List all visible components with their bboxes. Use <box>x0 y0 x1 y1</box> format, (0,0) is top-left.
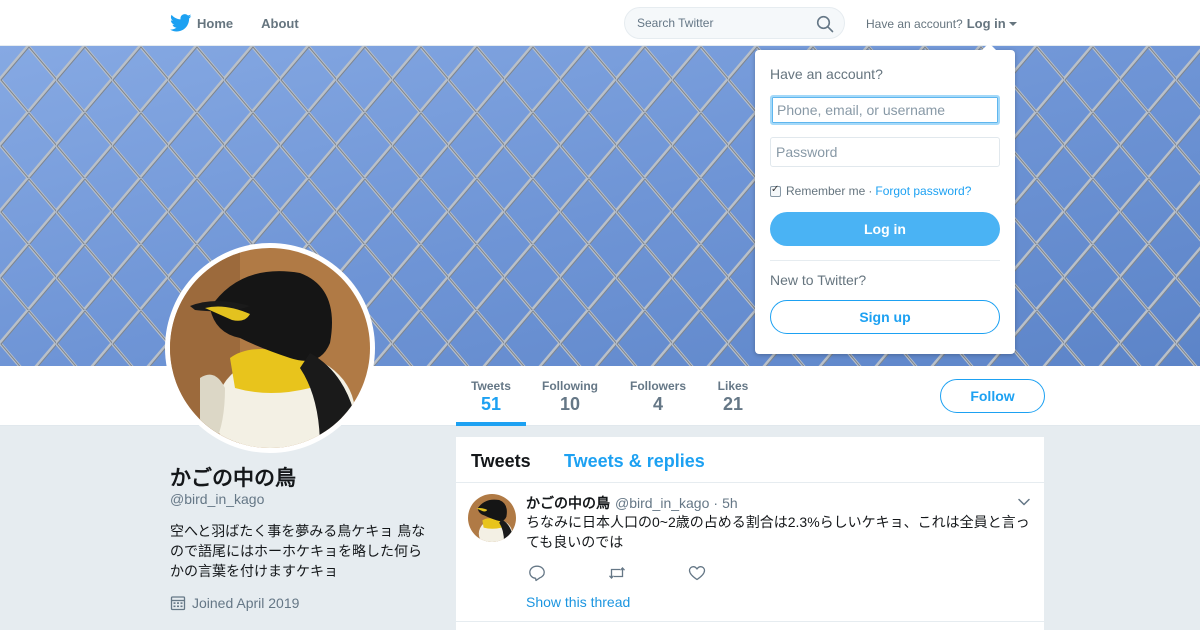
penguin-avatar-image <box>468 494 516 542</box>
tweet-author-handle[interactable]: @bird_in_kago <box>615 495 709 511</box>
dropdown-divider <box>770 260 1000 261</box>
nav-about-label: About <box>261 15 299 31</box>
stat-followers[interactable]: Followers 4 <box>624 366 692 426</box>
nav-home-label: Home <box>197 15 234 31</box>
stat-tweets-label: Tweets <box>471 379 511 393</box>
top-navigation: Home About Have an account? Log in <box>0 0 1200 46</box>
nav-home[interactable]: Home <box>170 14 233 32</box>
follow-button[interactable]: Follow <box>940 379 1045 413</box>
like-icon[interactable] <box>688 564 706 582</box>
tab-tweets-replies[interactable]: Tweets & replies <box>564 451 705 472</box>
remember-label[interactable]: Remember me <box>786 184 865 198</box>
forgot-password-link[interactable]: Forgot password? <box>875 184 971 198</box>
signup-button[interactable]: Sign up <box>770 300 1000 334</box>
search-input[interactable] <box>637 16 807 30</box>
show-thread-link[interactable]: Show this thread <box>526 594 630 610</box>
twitter-bird-icon <box>170 14 192 32</box>
stat-tweets[interactable]: Tweets 51 <box>456 366 526 426</box>
stat-tweets-value: 51 <box>480 394 502 414</box>
timeline: Tweets Tweets & replies かごの中の鳥 @bird_in_… <box>456 437 1044 630</box>
stat-likes-value: 21 <box>722 394 744 414</box>
tweet-timestamp[interactable]: 5h <box>722 495 738 511</box>
reply-icon[interactable] <box>528 564 546 582</box>
dropdown-title: Have an account? <box>770 66 883 82</box>
profile-handle[interactable]: @bird_in_kago <box>170 491 264 507</box>
stat-following-value: 10 <box>559 394 581 414</box>
tweet-author-name[interactable]: かごの中の鳥 <box>526 493 610 513</box>
stat-likes-label: Likes <box>717 379 749 393</box>
stat-followers-value: 4 <box>652 394 663 414</box>
remember-row: Remember me · Forgot password? <box>770 184 971 198</box>
caret-down-icon <box>1008 22 1017 26</box>
stat-following-label: Following <box>542 379 598 393</box>
profile-joined-text: Joined April 2019 <box>192 595 300 611</box>
tweet-avatar[interactable] <box>468 494 516 542</box>
profile-joined: Joined April 2019 <box>170 595 299 611</box>
chevron-down-icon[interactable] <box>1018 496 1030 508</box>
password-field[interactable] <box>770 137 1000 167</box>
search-box <box>624 7 845 39</box>
tweet-text: ちなみに日本人口の0~2歳の占める割合は2.3%らしいケキョ、これは全員と言って… <box>526 514 1030 550</box>
login-link[interactable]: Log in <box>967 16 1006 31</box>
nav-about[interactable]: About <box>261 16 299 31</box>
timeline-tabs: Tweets Tweets & replies <box>456 437 1044 483</box>
profile-name[interactable]: かごの中の鳥 <box>170 462 296 492</box>
stat-followers-label: Followers <box>629 379 686 393</box>
login-dropdown: Have an account? Remember me · Forgot pa… <box>755 43 1015 354</box>
login-button[interactable]: Log in <box>770 212 1000 246</box>
avatar[interactable] <box>165 243 375 453</box>
tweet-header: かごの中の鳥 @bird_in_kago · 5h <box>526 493 738 513</box>
penguin-avatar-image <box>170 248 370 448</box>
profile-bio: 空へと羽ばたく事を夢みる鳥ケキョ 鳥なので語尾にはホーホケキョを略した何らかの言… <box>170 523 426 579</box>
new-to-twitter-text: New to Twitter? <box>770 272 867 288</box>
tweet[interactable]: かごの中の鳥 @bird_in_kago · 5h ちなみに日本人口の0~2歳の… <box>456 484 1044 622</box>
stat-likes[interactable]: Likes 21 <box>708 366 758 426</box>
have-account-text: Have an account? <box>866 16 963 31</box>
remember-separator: · <box>868 184 873 198</box>
retweet-icon[interactable] <box>608 564 626 582</box>
account-menu[interactable]: Have an account? Log in <box>866 16 1017 31</box>
calendar-icon <box>170 596 186 611</box>
nav-left: Home About <box>170 0 327 46</box>
search-icon[interactable] <box>816 15 834 33</box>
stat-following[interactable]: Following 10 <box>536 366 604 426</box>
tab-tweets[interactable]: Tweets <box>471 451 531 472</box>
username-field[interactable] <box>770 95 1000 125</box>
remember-checkbox[interactable] <box>770 184 781 197</box>
tweet-separator: · <box>713 495 719 511</box>
